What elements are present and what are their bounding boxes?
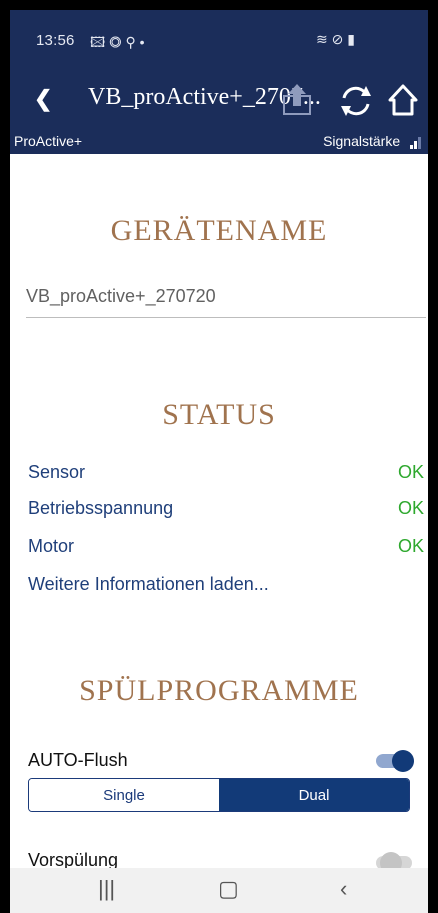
status-row-motor: Motor OK	[28, 536, 424, 557]
signal-bars-icon	[410, 133, 422, 149]
signal-strength: Signalstärke	[323, 133, 422, 149]
device-name-heading: GERÄTENAME	[110, 214, 328, 247]
device-subheader: ProActive+ Signalstärke	[10, 130, 428, 154]
notification-icons: 🖾 ◎ ⚲ •	[90, 34, 145, 50]
auto-flush-toggle[interactable]	[376, 750, 414, 772]
segment-dual[interactable]: Dual	[219, 779, 409, 811]
refresh-icon[interactable]	[338, 80, 374, 125]
back-nav-icon[interactable]: ‹	[340, 876, 347, 902]
toggle-knob	[392, 750, 414, 772]
status-label: Betriebsspannung	[28, 498, 174, 518]
status-heading: STATUS	[162, 398, 276, 431]
signal-label: Signalstärke	[323, 133, 401, 149]
status-bar: 13:56 🖾 ◎ ⚲ • ≋ ⊘ ▮	[10, 10, 428, 70]
app-screen: 13:56 🖾 ◎ ⚲ • ≋ ⊘ ▮ ❮ VB_proActive+_2707…	[10, 10, 428, 913]
load-more-info-link[interactable]: Weitere Informationen laden...	[28, 574, 269, 595]
back-icon[interactable]: ❮	[34, 86, 52, 112]
home-icon[interactable]	[386, 80, 420, 125]
status-label: Sensor	[28, 462, 86, 482]
status-value: OK	[397, 462, 424, 482]
share-icon[interactable]	[280, 80, 318, 125]
device-name-field[interactable]: VB_proActive+_270720	[26, 286, 426, 318]
flush-mode-segmented-control: Single Dual	[28, 778, 410, 812]
home-nav-icon[interactable]: ▢	[218, 876, 239, 902]
status-label: Motor	[28, 536, 75, 556]
status-value: OK	[397, 498, 424, 518]
segment-single[interactable]: Single	[29, 779, 219, 811]
system-nav-bar: ||| ▢ ‹	[10, 868, 428, 913]
system-icons: ≋ ⊘ ▮	[316, 31, 355, 47]
clock: 13:56	[36, 32, 75, 49]
app-header: ❮ VB_proActive+_2707...	[10, 70, 428, 130]
programs-heading: SPÜLPROGRAMME	[79, 674, 359, 707]
status-row-sensor: Sensor OK	[28, 462, 424, 483]
status-row-voltage: Betriebsspannung OK	[28, 498, 424, 519]
product-name: ProActive+	[14, 133, 83, 149]
auto-flush-label: AUTO-Flush	[28, 750, 128, 770]
recent-apps-icon[interactable]: |||	[98, 876, 115, 902]
status-value: OK	[397, 536, 424, 556]
